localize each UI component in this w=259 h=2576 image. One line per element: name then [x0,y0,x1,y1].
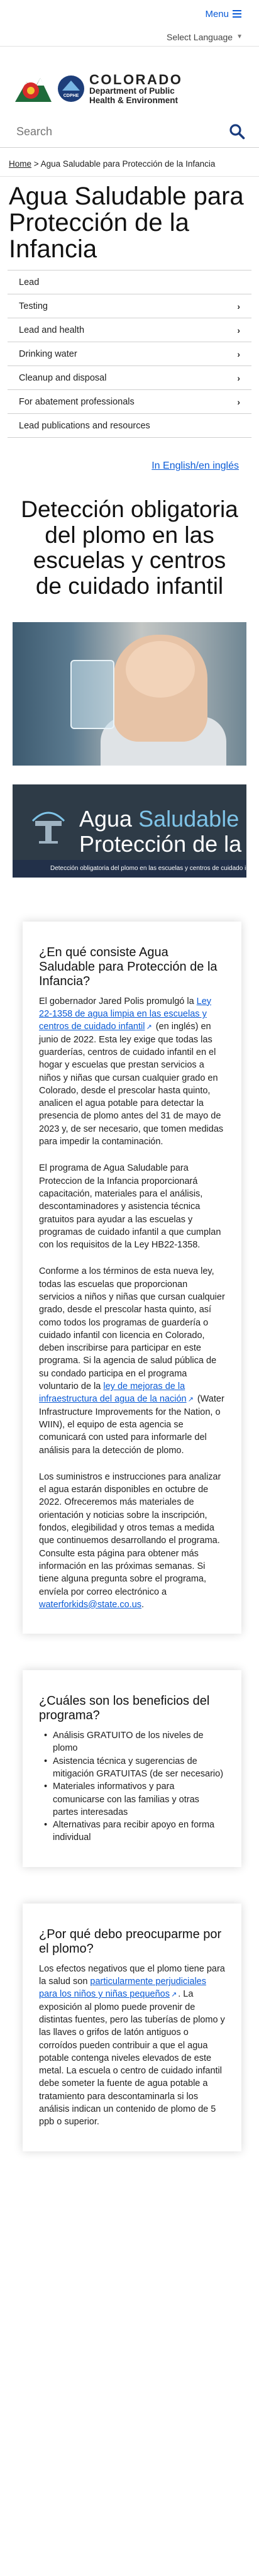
chevron-right-icon: › [237,396,240,407]
program-banner-image: Agua Saludable p Protección de la Detecc… [13,784,246,878]
menu-label: Menu [205,8,229,20]
chevron-right-icon: › [237,325,240,335]
breadcrumb: Home > Agua Saludable para Protección de… [0,148,259,177]
logo-dept-line2: Health & Environment [89,95,179,105]
list-item: Alternativas para recibir apoyo en forma… [44,1819,225,1844]
card-heading: ¿Cuáles son los beneficios del programa? [39,1694,210,1723]
list-item: Asistencia técnica y sugerencias de miti… [44,1755,225,1781]
email-link[interactable]: waterforkids@state.co.us [39,1600,141,1610]
external-link-icon: ↗ [187,1396,194,1404]
banner-title-part1: Agua [79,805,139,832]
site-logo[interactable]: CDPHE COLORADO Department of Public Heal… [0,47,259,118]
subnav-item-for-abatement-professionals[interactable]: For abatement professionals › [8,390,251,414]
list-item: Materiales informativos y para comunicar… [44,1780,225,1819]
section-heading: Detección obligatoria del plomo en las e… [21,496,238,599]
cdphe-logo-icon: CDPHE [58,75,84,102]
subnav-item-cleanup-and-disposal[interactable]: Cleanup and disposal › [8,366,251,390]
external-link-icon: ↗ [170,1991,177,1999]
hamburger-icon [233,10,241,18]
search-icon[interactable] [229,123,245,140]
info-card-what-is: ¿En qué consiste Agua Saludable para Pro… [23,921,241,1634]
subnav-item-lead-publications[interactable]: Lead publications and resources [8,414,251,438]
search-bar [0,118,259,148]
search-input[interactable] [16,125,205,138]
benefits-list: Análisis GRATUITO de los niveles de plom… [39,1729,225,1844]
card-paragraph: El programa de Agua Saludable para Prote… [39,1163,221,1251]
banner-title-line2: Protección de la [79,830,242,857]
subnav-item-label: Lead [19,277,40,287]
page-title: Agua Saludable para Protección de la Inf… [9,182,244,263]
menu-button[interactable]: Menu [205,9,241,20]
subnav-item-label: Testing [19,301,48,311]
department-name: COLORADO Department of Public Health & E… [89,72,182,104]
colorado-flag-logo-icon [15,78,52,102]
subnav-item-label: Drinking water [19,348,77,359]
child-drinking-water-photo [13,622,246,766]
subnav-item-label: For abatement professionals [19,396,135,407]
language-select-label: Select Language [167,31,233,42]
english-version-link-wrap: In English/en inglés [0,438,259,484]
text: El gobernador Jared Polis promulgó la [39,996,197,1006]
card-paragraph: Conforme a los términos de esta nueva le… [39,1265,225,1456]
banner-title-accent: Saludable p [138,805,246,832]
english-version-link[interactable]: In English/en inglés [152,460,239,471]
card-paragraph: Los efectos negativos que el plomo tiene… [39,1963,225,2129]
card-heading: ¿Por qué debo preocuparme por el plomo? [39,1927,222,1956]
text: (en inglés) en junio de 2022. Esta ley e… [39,1022,224,1147]
top-bar: Menu [0,0,259,28]
chevron-right-icon: › [237,372,240,383]
subnav-item-testing[interactable]: Testing › [8,294,251,318]
language-bar: Select Language ▼ [0,28,259,47]
subnav-item-drinking-water[interactable]: Drinking water › [8,342,251,366]
text: . [141,1599,145,1610]
chevron-down-icon: ▼ [236,33,243,40]
chevron-right-icon: › [237,348,240,359]
subnav-item-label: Lead and health [19,325,85,335]
text: . La exposición al plomo puede provenir … [39,1989,225,2127]
section-subnav: Lead Testing › Lead and health › Drinking … [8,270,251,438]
info-card-why-lead: ¿Por qué debo preocuparme por el plomo? … [23,1903,241,2151]
card-heading: ¿En qué consiste Agua Saludable para Pro… [39,945,218,988]
water-fountain-icon [31,811,65,844]
banner-title-line1: Agua Saludable p [79,806,246,832]
chevron-right-icon: › [237,301,240,311]
logo-state: COLORADO [89,72,183,88]
breadcrumb-current: Agua Saludable para Protección de la Inf… [40,159,216,169]
breadcrumb-separator: > [31,159,41,169]
logo-dept-line1: Department of Public [89,86,175,96]
list-item: Análisis GRATUITO de los niveles de plom… [44,1729,225,1755]
card-paragraph: El gobernador Jared Polis promulgó la Le… [39,995,225,1149]
text: Los suministros e instrucciones para ana… [39,1471,221,1597]
text: Conforme a los términos de esta nueva le… [39,1266,225,1392]
cdphe-logo-text: CDPHE [63,94,79,98]
subnav-item-lead[interactable]: Lead [8,270,251,294]
banner-strip-text: Detección obligatoria del plomo en las e… [13,859,246,878]
card-paragraph: Los suministros e instrucciones para ana… [39,1471,225,1611]
subnav-item-label: Lead publications and resources [19,420,150,431]
info-card-benefits: ¿Cuáles son los beneficios del programa?… [23,1670,241,1867]
language-select[interactable]: Select Language ▼ [167,32,243,42]
subnav-item-lead-and-health[interactable]: Lead and health › [8,318,251,342]
breadcrumb-home-link[interactable]: Home [9,159,31,169]
external-link-icon: ↗ [146,1023,152,1032]
subnav-item-label: Cleanup and disposal [19,372,107,383]
